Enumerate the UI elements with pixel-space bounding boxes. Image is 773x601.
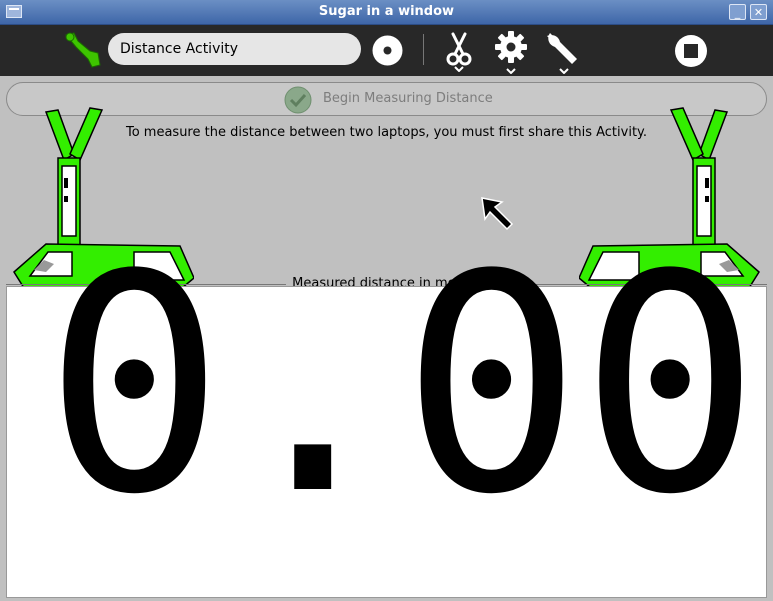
record-icon[interactable] [371, 34, 404, 67]
settings-icon[interactable] [493, 30, 529, 74]
stop-icon[interactable] [674, 34, 708, 68]
activity-name-input[interactable]: Distance Activity [108, 33, 361, 65]
close-button[interactable]: ✕ [750, 4, 767, 20]
minimize-button[interactable]: _ [729, 4, 746, 20]
window-titlebar[interactable]: Sugar in a window _ ✕ [0, 0, 773, 25]
begin-measuring-label: Begin Measuring Distance [323, 91, 493, 106]
window-title: Sugar in a window [318, 4, 455, 19]
activity-toolbar: Distance Activity [0, 25, 773, 76]
activity-icon[interactable] [62, 29, 104, 71]
wrench-icon[interactable] [544, 30, 582, 74]
cut-icon[interactable] [443, 30, 475, 72]
checkmark-icon [284, 86, 312, 114]
toolbar-separator [423, 34, 424, 65]
distance-value: 0.00 [44, 211, 760, 560]
